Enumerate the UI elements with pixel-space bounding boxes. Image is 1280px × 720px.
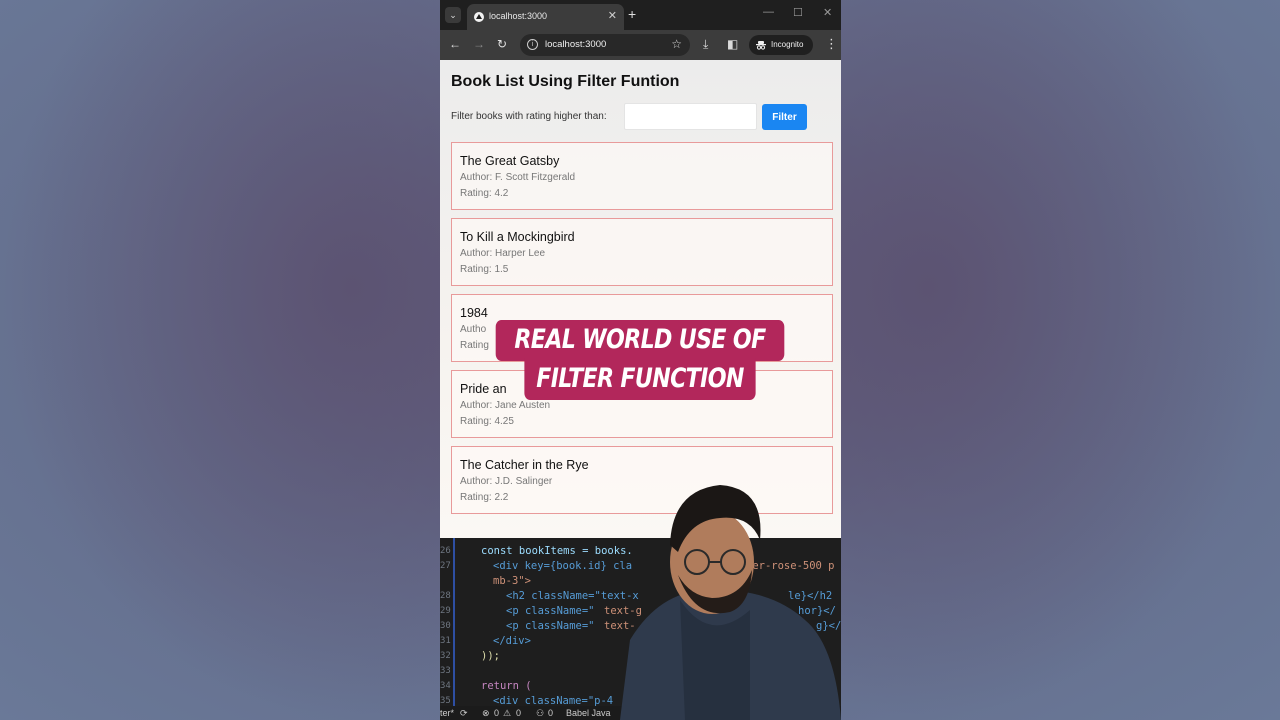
minimize-icon[interactable]: — — [763, 6, 774, 18]
status-branch[interactable]: ter* — [440, 706, 454, 720]
page-title: Book List Using Filter Funtion — [451, 73, 680, 90]
reload-icon[interactable]: ↻ — [497, 37, 507, 51]
browser-tab-bar: ⌄ localhost:3000 ✕ + — ☐ ✕ — [440, 0, 841, 30]
tab-title: localhost:3000 — [489, 11, 548, 21]
incognito-label: Incognito — [771, 40, 804, 49]
book-title: Pride an — [460, 382, 507, 396]
book-card: The Great Gatsby Author: F. Scott Fitzge… — [451, 142, 833, 210]
code-fragment: text- — [604, 620, 636, 632]
language-mode[interactable]: Babel Java — [566, 706, 611, 720]
warning-icon[interactable]: ⚠ — [503, 706, 511, 720]
omnibox[interactable]: i localhost:3000 ☆ — [520, 34, 690, 56]
rating-filter-input[interactable] — [624, 103, 757, 130]
web-page: Book List Using Filter Funtion Filter bo… — [440, 60, 841, 538]
line-number: 30 — [440, 621, 451, 631]
book-rating: Rating: 1.5 — [460, 264, 509, 275]
overlay-title-line-1: REAL WORLD USE OF — [495, 320, 785, 361]
browser-address-bar: ← → ↻ i localhost:3000 ☆ ⤓ ◧ Incognito ⋮ — [440, 30, 841, 60]
code-fragment: der-rose-500 p — [746, 560, 835, 572]
tab-dropdown-icon[interactable]: ⌄ — [445, 7, 461, 23]
book-author: Author: Jane Austen — [460, 400, 551, 411]
code-line[interactable]: return ( — [481, 680, 532, 692]
ports-count: 0 — [548, 708, 554, 718]
line-number: 27 — [440, 561, 451, 571]
favicon-icon — [474, 12, 484, 22]
book-title: The Catcher in the Rye — [460, 458, 589, 472]
background-blur-left — [0, 0, 440, 720]
code-fragment: hor}</ — [798, 605, 836, 617]
book-author: Author: F. Scott Fitzgerald — [460, 172, 576, 183]
error-icon[interactable]: ⊗ — [482, 706, 490, 720]
window-close-icon[interactable]: ✕ — [823, 6, 832, 19]
more-icon[interactable]: ⋮ — [825, 36, 838, 52]
book-rating: Rating: 2.2 — [460, 492, 509, 503]
ports-icon[interactable]: ⚇ — [536, 706, 544, 720]
line-number: 34 — [440, 681, 451, 691]
book-card: To Kill a Mockingbird Author: Harper Lee… — [451, 218, 833, 286]
book-author: Author: Harper Lee — [460, 248, 546, 259]
download-icon[interactable]: ⤓ — [703, 37, 708, 52]
line-number: 31 — [440, 636, 451, 646]
book-card: The Catcher in the Rye Author: J.D. Sali… — [451, 446, 833, 514]
book-author: Autho — [460, 324, 487, 335]
overlay-title-line-2: FILTER FUNCTION — [524, 358, 756, 400]
code-line[interactable]: mb-3"> — [493, 575, 531, 587]
code-line[interactable]: <div key={book.id} cla — [493, 560, 632, 572]
book-title: 1984 — [460, 306, 488, 320]
book-title: The Great Gatsby — [460, 154, 560, 168]
filter-label: Filter books with rating higher than: — [451, 111, 607, 122]
code-fragment: g}</ — [816, 620, 841, 632]
forward-icon[interactable]: → — [473, 37, 485, 51]
plus-icon[interactable]: + — [628, 6, 636, 22]
book-rating: Rating: 4.2 — [460, 188, 509, 199]
warning-count: 0 — [516, 708, 522, 718]
info-icon[interactable]: i — [527, 39, 538, 50]
editor-status-bar: ter* ⟳ ⊗ 0 ⚠ 0 ⚇ 0 Babel Java — [440, 706, 841, 720]
line-number-gutter: 26 27 28 29 30 31 32 33 34 35 — [440, 538, 452, 706]
code-fragment: le}</h2 — [788, 590, 833, 602]
code-line[interactable]: <p className=" — [506, 620, 595, 632]
code-editor: 26 27 28 29 30 31 32 33 34 35 const book… — [440, 538, 841, 707]
line-number: 26 — [440, 546, 451, 556]
code-line[interactable]: const bookItems = books. — [481, 545, 633, 557]
side-panel-icon[interactable]: ◧ — [727, 37, 738, 51]
url-text: localhost:3000 — [545, 39, 607, 50]
incognito-icon — [756, 41, 766, 50]
code-line[interactable]: <h2 className="text-x — [506, 590, 639, 602]
code-line[interactable]: </div> — [493, 635, 531, 647]
background-blur-right — [840, 0, 1280, 720]
line-number: 33 — [440, 666, 451, 676]
line-number: 35 — [440, 696, 451, 706]
code-line[interactable]: <p className=" — [506, 605, 595, 617]
line-number: 32 — [440, 651, 451, 661]
code-fragment: text-g — [604, 605, 642, 617]
sync-icon[interactable]: ⟳ — [460, 706, 468, 720]
book-author: Author: J.D. Salinger — [460, 476, 553, 487]
error-count: 0 — [494, 708, 500, 718]
incognito-badge[interactable]: Incognito — [749, 35, 813, 55]
star-icon[interactable]: ☆ — [671, 37, 682, 51]
browser-tab[interactable]: localhost:3000 ✕ — [467, 4, 624, 30]
back-icon[interactable]: ← — [449, 37, 461, 51]
line-number: 28 — [440, 591, 451, 601]
filter-button[interactable]: Filter — [762, 104, 807, 130]
maximize-icon[interactable]: ☐ — [793, 6, 803, 19]
line-number: 29 — [440, 606, 451, 616]
book-title: To Kill a Mockingbird — [460, 230, 575, 244]
code-line[interactable]: )); — [481, 650, 500, 662]
book-rating: Rating — [460, 340, 489, 351]
close-icon[interactable]: ✕ — [608, 9, 617, 22]
book-rating: Rating: 4.25 — [460, 416, 514, 427]
indent-guide — [453, 538, 455, 706]
